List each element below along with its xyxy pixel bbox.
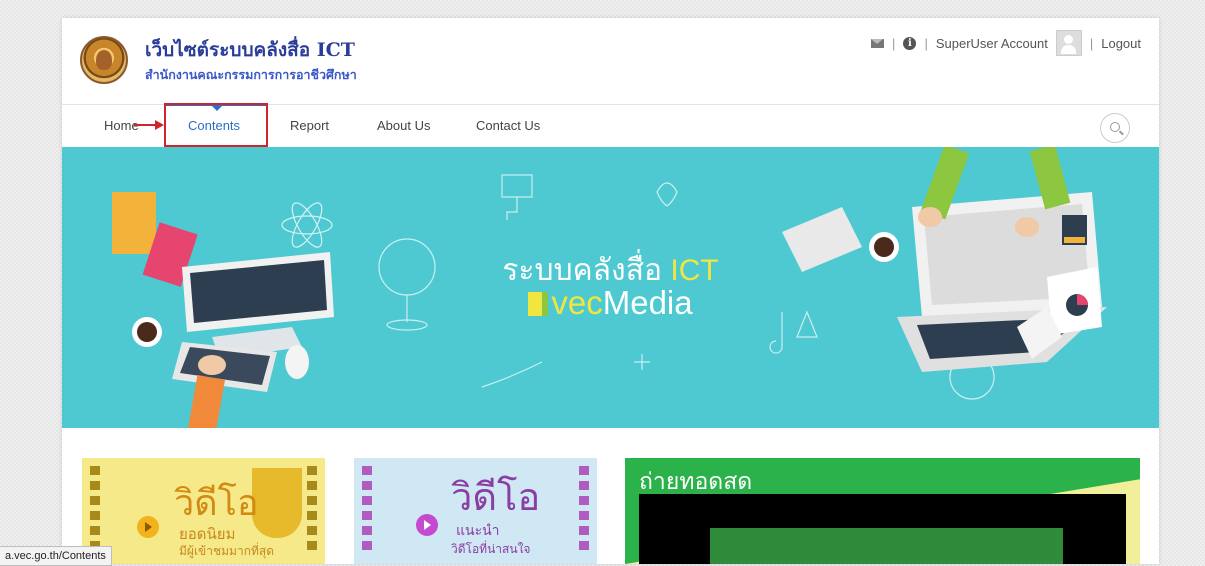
user-toolbar: | i | SuperUser Account | Logout [871, 30, 1141, 56]
agency-logo-icon[interactable] [80, 36, 128, 84]
site-subtitle: สำนักงานคณะกรรมการการอาชีวศึกษา [145, 67, 357, 82]
hand-illustration [198, 355, 226, 375]
mail-icon[interactable] [871, 38, 885, 48]
tile-caption: มีผู้เข้าชมมากที่สุด [179, 544, 274, 558]
annotation-highlight-box [164, 103, 268, 147]
nav-about-us[interactable]: About Us [377, 105, 430, 147]
live-broadcast-tile[interactable]: ถ่ายทอดสด [625, 458, 1140, 564]
brand-text: Media [602, 284, 693, 321]
brand-highlight: vec [551, 284, 603, 321]
site-header: เว็บไซต์ระบบคลังสื่อ ICT สำนักงานคณะกรรม… [62, 18, 1159, 104]
live-video-player[interactable] [639, 494, 1126, 564]
banner-title-highlight: ICT [670, 254, 719, 287]
play-icon [137, 516, 159, 538]
book-illustration [112, 192, 156, 254]
popular-videos-tile[interactable]: วิดีโอ ยอดนิยม มีผู้เข้าชมมากที่สุด [82, 458, 325, 564]
annotation-arrow-head [155, 120, 164, 130]
trophy-icon [252, 468, 302, 538]
arm-illustration [187, 375, 225, 428]
main-nav: Home Contents Report About Us Contact Us [62, 103, 1159, 147]
tile-heading: วิดีโอ [451, 475, 541, 519]
atom-sketch [281, 202, 333, 248]
hand-illustration [1015, 217, 1039, 237]
mouse-illustration [285, 345, 309, 379]
nav-contact-us[interactable]: Contact Us [476, 105, 540, 147]
logout-link[interactable]: Logout [1101, 36, 1141, 51]
film-strip-icon [307, 466, 317, 550]
search-icon[interactable] [1100, 113, 1130, 143]
divider: | [892, 35, 896, 51]
banner-brand: vecMedia [62, 284, 1159, 322]
recommended-videos-tile[interactable]: วิดีโอ แนะนำ วิดีโอที่น่าสนใจ [354, 458, 597, 564]
video-frame [710, 528, 1063, 564]
page-container: เว็บไซต์ระบบคลังสื่อ ICT สำนักงานคณะกรรม… [62, 18, 1159, 564]
coffee-illustration [137, 322, 157, 342]
vecmedia-logo-icon [528, 292, 549, 316]
divider: | [1089, 35, 1094, 51]
account-link[interactable]: SuperUser Account [936, 36, 1048, 51]
info-icon[interactable]: i [903, 36, 917, 50]
film-strip-icon [362, 466, 372, 550]
avatar[interactable] [1055, 30, 1082, 56]
film-strip-icon [579, 466, 589, 550]
calculator-display [1064, 237, 1085, 243]
tile-caption: วิดีโอที่น่าสนใจ [451, 542, 531, 556]
film-strip-icon [90, 466, 100, 550]
hero-banner: ระบบคลังสื่อ ICT vecMedia [62, 147, 1159, 428]
site-title[interactable]: เว็บไซต์ระบบคลังสื่อ ICT [145, 35, 355, 65]
play-icon [416, 514, 438, 536]
divider: | [924, 35, 928, 51]
nav-home[interactable]: Home [104, 105, 139, 147]
hand-illustration [918, 207, 942, 227]
tile-subheading: แนะนำ [456, 523, 500, 539]
banner-title-text: ระบบคลังสื่อ [502, 254, 671, 287]
nav-report[interactable]: Report [290, 105, 329, 147]
browser-status-bar: a.vec.go.th/Contents [0, 546, 112, 566]
